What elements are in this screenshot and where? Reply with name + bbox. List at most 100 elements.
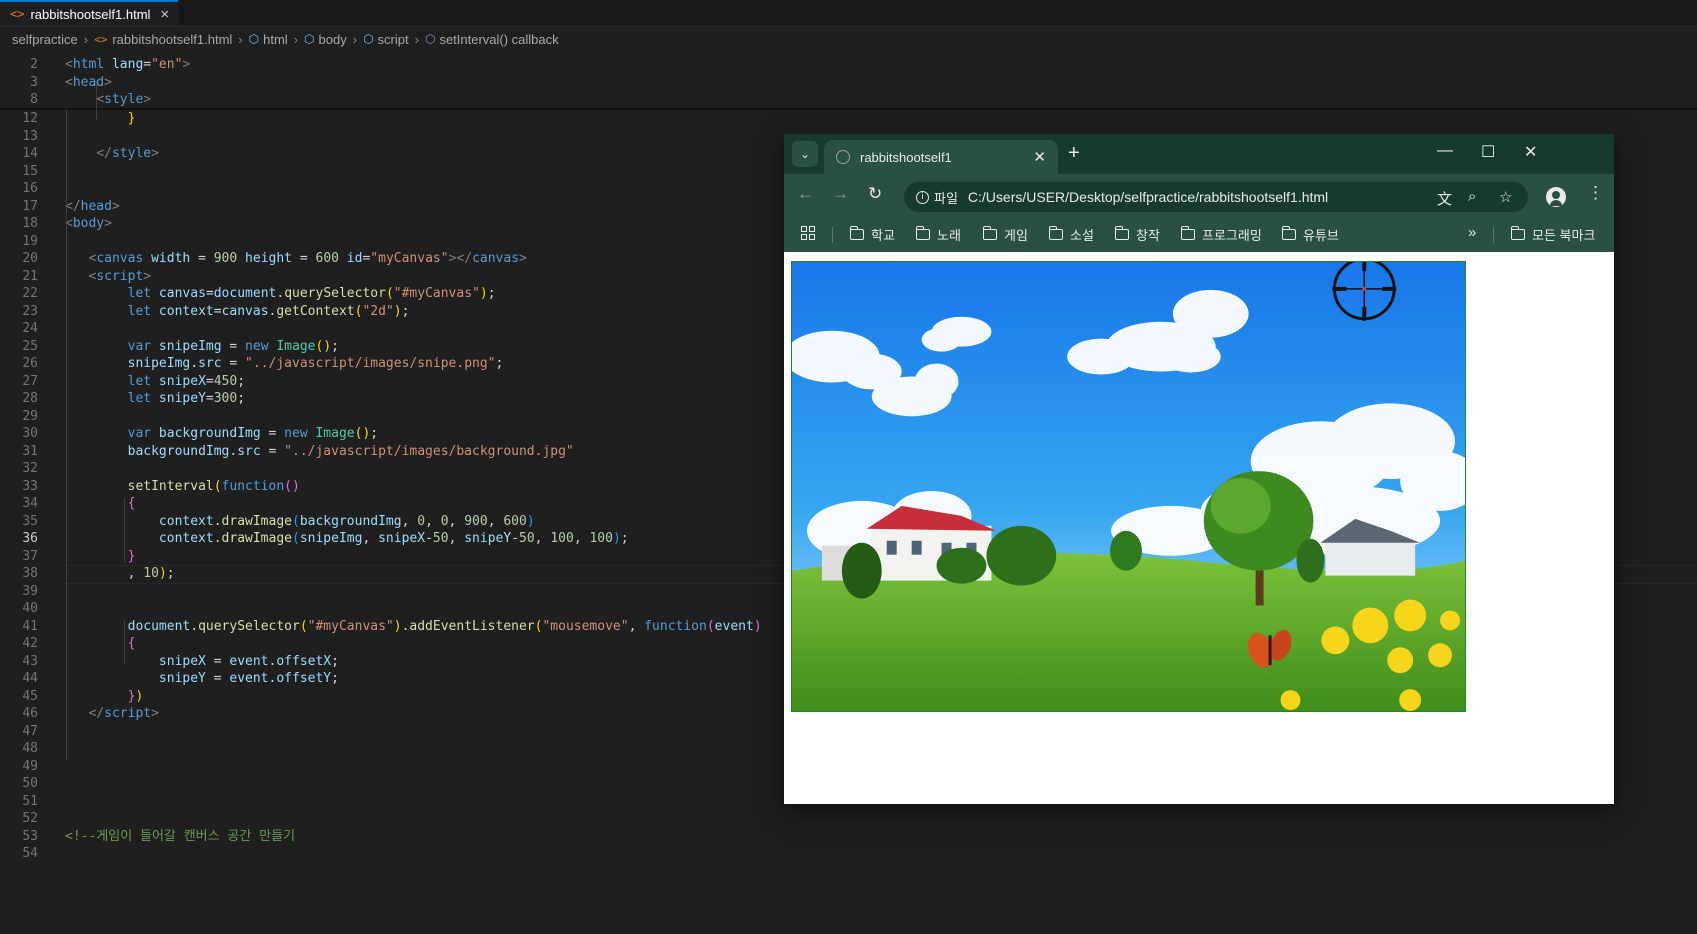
code-token: setInterval bbox=[127, 478, 214, 494]
line-number: 54 bbox=[22, 846, 38, 861]
all-bookmarks-folder[interactable]: 모든 북마크 bbox=[1510, 225, 1595, 244]
close-tab-icon[interactable]: ✕ bbox=[1033, 148, 1046, 166]
code-token: = bbox=[221, 338, 246, 354]
code-token: html bbox=[72, 57, 105, 72]
cube-icon: ⬡ bbox=[248, 32, 260, 46]
bookmark-folder-games[interactable]: 게임 bbox=[982, 225, 1028, 244]
line-number: 44 bbox=[22, 671, 38, 686]
reload-button[interactable]: ↻ bbox=[868, 184, 882, 204]
code-line[interactable]: 53 <!--게임이 들어갈 캔버스 공간 만들기 bbox=[0, 827, 1697, 846]
code-text: <html lang="en"> bbox=[65, 55, 190, 74]
bookmark-label: 창작 bbox=[1136, 228, 1160, 243]
code-token: src bbox=[198, 356, 222, 371]
line-number: 23 bbox=[22, 303, 38, 319]
breadcrumb-item-html[interactable]: html bbox=[263, 32, 288, 47]
bookmark-star-icon[interactable]: ☆ bbox=[1499, 188, 1512, 206]
chevron-right-icon: › bbox=[352, 31, 358, 47]
bookmark-label: 노래 bbox=[937, 228, 961, 243]
code-token: 900 bbox=[213, 251, 238, 266]
code-text: </script> bbox=[65, 704, 158, 723]
bookmark-folder-creative[interactable]: 창작 bbox=[1114, 225, 1160, 244]
bookmark-folder-school[interactable]: 학교 bbox=[849, 225, 895, 244]
game-canvas[interactable] bbox=[791, 261, 1466, 712]
code-text: let snipeX=450; bbox=[65, 372, 245, 391]
code-token: , bbox=[65, 566, 144, 581]
line-number: 32 bbox=[22, 461, 38, 476]
code-text: } bbox=[65, 109, 136, 128]
site-info-chip[interactable]: i 파일 bbox=[912, 188, 966, 207]
code-text: var snipeImg = new Image(); bbox=[65, 337, 339, 356]
bookmark-folder-programming[interactable]: 프로그래밍 bbox=[1180, 225, 1262, 244]
breadcrumb-item-file[interactable]: rabbitshootself1.html bbox=[112, 32, 232, 47]
more-bookmarks-chevron-icon[interactable]: » bbox=[1468, 224, 1476, 241]
code-line[interactable]: 52 bbox=[0, 809, 1697, 828]
menu-icon[interactable]: ⋮ bbox=[1587, 183, 1604, 203]
back-button[interactable]: ← bbox=[797, 184, 814, 204]
code-token: backgroundImg bbox=[299, 513, 402, 529]
code-token: backgroundImg bbox=[127, 443, 230, 459]
apps-grid-icon[interactable] bbox=[801, 226, 815, 240]
line-number: 13 bbox=[22, 128, 38, 144]
close-window-button[interactable]: ✕ bbox=[1524, 142, 1537, 162]
new-tab-button[interactable]: + bbox=[1068, 142, 1080, 165]
forward-button[interactable]: → bbox=[832, 184, 849, 204]
code-token: 600 bbox=[503, 513, 527, 529]
code-token: = bbox=[292, 251, 316, 266]
code-token: ; bbox=[237, 391, 246, 406]
code-token: ( bbox=[292, 513, 300, 529]
breadcrumb-item-script[interactable]: script bbox=[378, 32, 409, 47]
translate-icon[interactable]: 文 bbox=[1437, 188, 1452, 209]
line-number: 14 bbox=[22, 146, 38, 161]
bookmark-folder-songs[interactable]: 노래 bbox=[915, 225, 961, 244]
close-icon[interactable]: × bbox=[160, 6, 169, 23]
bookmark-folder-novels[interactable]: 소설 bbox=[1048, 225, 1094, 244]
code-token: - bbox=[425, 531, 433, 546]
tab-search-button[interactable]: ⌄ bbox=[792, 141, 818, 167]
folder-icon bbox=[982, 226, 997, 240]
code-token: head bbox=[72, 74, 105, 90]
breadcrumb-item-callback[interactable]: setInterval() callback bbox=[439, 32, 558, 47]
maximize-button[interactable]: ☐ bbox=[1481, 142, 1495, 162]
code-token: canvas bbox=[472, 251, 520, 266]
code-text: </style> bbox=[65, 144, 159, 163]
code-line[interactable]: 54 bbox=[0, 844, 1697, 863]
line-number: 21 bbox=[22, 268, 38, 284]
line-number: 20 bbox=[22, 251, 38, 266]
code-line[interactable]: 12 } bbox=[0, 109, 1697, 128]
code-token: ( bbox=[385, 286, 394, 301]
code-token: = bbox=[213, 303, 222, 319]
code-token: var bbox=[127, 338, 152, 354]
browser-tab-active[interactable]: rabbitshootself1 ✕ bbox=[824, 140, 1058, 174]
code-token: document bbox=[213, 286, 277, 301]
line-number: 33 bbox=[22, 478, 38, 494]
chevron-right-icon: › bbox=[293, 31, 299, 47]
editor-tab-rabbitshootself1[interactable]: <> rabbitshootself1.html × bbox=[0, 0, 178, 26]
profile-avatar[interactable] bbox=[1546, 187, 1566, 207]
bookmark-folder-youtube[interactable]: 유튜브 bbox=[1281, 225, 1339, 244]
code-line[interactable]: 8 <style> bbox=[0, 90, 1697, 109]
code-text: snipeImg.src = "../javascript/images/sni… bbox=[65, 354, 504, 373]
breadcrumb-item-folder[interactable]: selfpractice bbox=[12, 32, 78, 47]
breadcrumb-item-body[interactable]: body bbox=[319, 32, 347, 47]
code-line[interactable]: 2 <html lang="en"> bbox=[0, 55, 1697, 74]
code-token: = bbox=[143, 57, 152, 72]
code-token: , bbox=[573, 531, 590, 546]
line-number: 42 bbox=[22, 636, 38, 651]
zoom-icon[interactable]: ⌕ bbox=[1468, 188, 1476, 205]
code-token: height bbox=[237, 251, 293, 266]
minimize-button[interactable]: — bbox=[1437, 142, 1453, 160]
code-token: "myCanvas" bbox=[370, 251, 449, 266]
address-bar[interactable]: i 파일 C:/Users/USER/Desktop/selfpractice/… bbox=[904, 182, 1528, 212]
code-token: , bbox=[362, 531, 379, 546]
breadcrumb: selfpractice › <> rabbitshootself1.html … bbox=[0, 28, 1697, 50]
code-token: snipeX bbox=[151, 373, 206, 389]
code-token: ) bbox=[753, 618, 762, 634]
code-token: function bbox=[644, 618, 707, 634]
line-number: 19 bbox=[22, 233, 38, 249]
code-line[interactable]: 3 <head> bbox=[0, 73, 1697, 92]
folder-icon bbox=[915, 226, 930, 240]
line-number: 3 bbox=[30, 74, 38, 90]
code-token: ) bbox=[393, 618, 402, 634]
